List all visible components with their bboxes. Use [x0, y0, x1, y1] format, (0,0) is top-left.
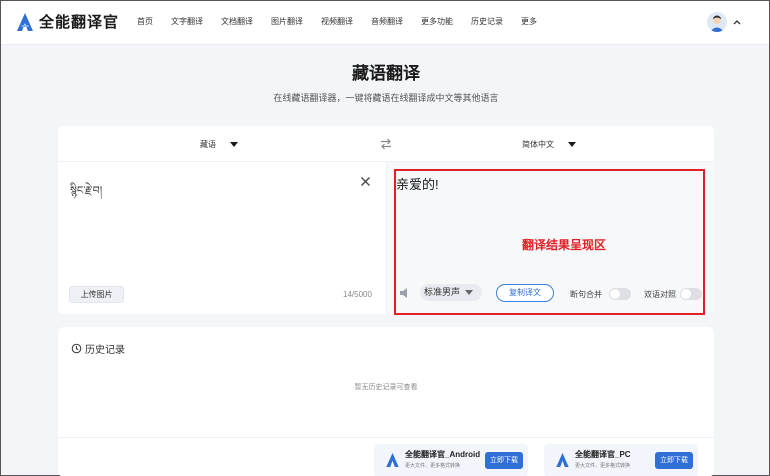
download-card-pc: 全能翻译官_PC 更大文件、更多格式转换 立即下载 — [544, 444, 698, 476]
main-nav: 首页 文字翻译 文档翻译 图片翻译 视频翻译 音频翻译 更多功能 历史记录 更多 — [137, 16, 555, 27]
source-language-label: 藏语 — [200, 140, 216, 149]
nav-video-translate[interactable]: 视频翻译 — [321, 16, 353, 27]
download-card-android: 全能翻译官_Android 更大文件、更多格式转换 立即下载 — [374, 444, 528, 476]
target-language-label: 简体中文 — [522, 140, 554, 149]
history-header: 历史记录 — [71, 341, 125, 356]
chevron-up-icon[interactable] — [732, 17, 742, 27]
character-count: 14/5000 — [343, 290, 372, 299]
user-avatar[interactable] — [707, 12, 727, 32]
download-android-button[interactable]: 立即下载 — [485, 452, 523, 469]
annotation-label: 翻译结果呈现区 — [522, 238, 607, 252]
download-app-name: 全能翻译官_Android — [405, 450, 481, 459]
page-subtitle: 在线藏语翻译器，一键将藏语在线翻译成中文等其他语言 — [273, 93, 499, 103]
nav-image-translate[interactable]: 图片翻译 — [271, 16, 303, 27]
source-language-select[interactable]: 藏语 — [200, 139, 238, 150]
caret-down-icon — [568, 142, 576, 147]
source-pane[interactable]: སྙིང་རྗེ་བ། 上传图片 14/5000 — [58, 162, 386, 314]
top-navbar: 全能翻译官 首页 文字翻译 文档翻译 图片翻译 视频翻译 音频翻译 更多功能 历… — [1, 1, 769, 45]
download-pc-button[interactable]: 立即下载 — [655, 452, 693, 469]
download-app-desc: 更大文件、更多格式转换 — [405, 463, 461, 469]
clear-text-icon[interactable] — [360, 176, 371, 187]
brand-name: 全能翻译官 — [39, 14, 120, 31]
history-divider — [58, 437, 714, 438]
logo-icon — [386, 453, 399, 467]
logo-icon — [556, 453, 569, 467]
target-language-select[interactable]: 简体中文 — [522, 139, 576, 150]
brand-logo[interactable]: 全能翻译官 — [17, 11, 119, 32]
source-text[interactable]: སྙིང་རྗེ་བ། — [70, 178, 102, 209]
nav-document-translate[interactable]: 文档翻译 — [221, 16, 253, 27]
download-app-name: 全能翻译官_PC — [575, 450, 631, 459]
nav-home[interactable]: 首页 — [137, 16, 153, 27]
nav-more-features[interactable]: 更多功能 — [421, 16, 453, 27]
history-title: 历史记录 — [85, 345, 125, 356]
caret-down-icon — [230, 142, 238, 147]
history-clock-icon — [71, 343, 82, 354]
nav-text-translate[interactable]: 文字翻译 — [171, 16, 203, 27]
logo-icon — [17, 12, 33, 31]
avatar-icon — [710, 15, 724, 32]
swap-languages-icon[interactable] — [379, 138, 393, 150]
nav-history[interactable]: 历史记录 — [471, 16, 503, 27]
page-title: 藏语翻译 — [352, 64, 420, 83]
history-empty-text: 暂无历史记录可查看 — [354, 384, 418, 391]
upload-image-button[interactable]: 上传图片 — [69, 286, 124, 303]
nav-audio-translate[interactable]: 音频翻译 — [371, 16, 403, 27]
download-app-desc: 更大文件、更多格式转换 — [575, 463, 631, 469]
nav-more[interactable]: 更多 — [521, 16, 537, 27]
language-bar: 藏语 简体中文 — [58, 126, 714, 162]
